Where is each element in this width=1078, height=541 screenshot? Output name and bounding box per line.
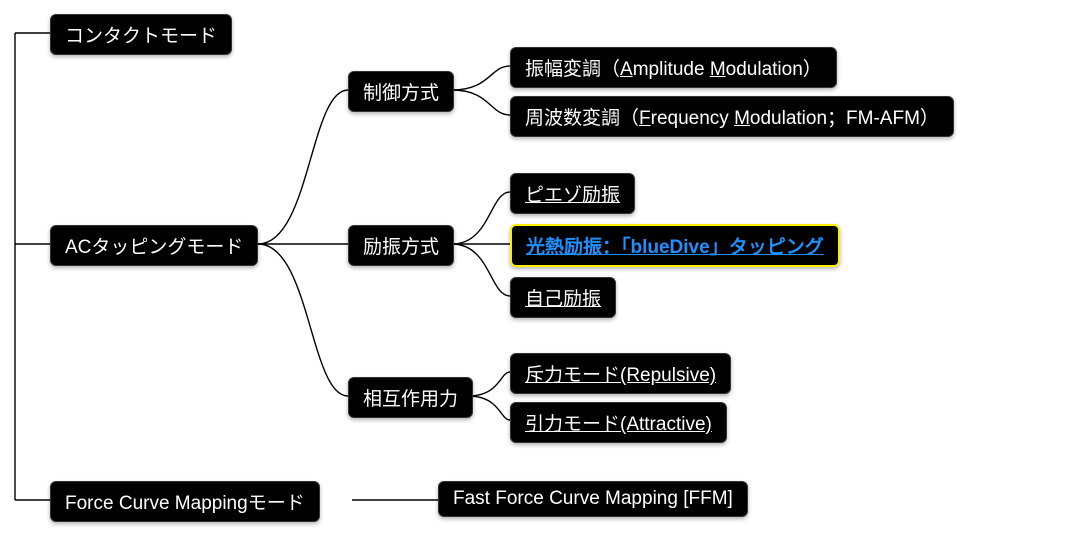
node-label: Force Curve Mappingモード — [65, 493, 305, 514]
node-label: Fast Force Curve Mapping [FFM] — [453, 488, 733, 509]
node-repulsive-mode[interactable]: 斥力モード(Repulsive) — [510, 353, 731, 394]
node-label: 光熱励振：「blueDive」タッピング — [526, 237, 824, 258]
node-label: 制御方式 — [363, 83, 439, 104]
node-label: ピエゾ励振 — [525, 185, 620, 206]
node-label: 周波数変調（Frequency Modulation；FM-AFM） — [525, 108, 939, 129]
node-excitation-method: 励振方式 — [348, 225, 454, 266]
node-bluedive-tapping[interactable]: 光熱励振：「blueDive」タッピング — [510, 224, 840, 267]
node-label: ACタッピングモード — [65, 237, 243, 258]
node-frequency-modulation: 周波数変調（Frequency Modulation；FM-AFM） — [510, 96, 954, 137]
node-label: 振幅変調（Amplitude Modulation） — [525, 59, 822, 80]
node-force-curve-mode: Force Curve Mappingモード — [50, 481, 320, 522]
node-ac-tapping-mode: ACタッピングモード — [50, 225, 258, 266]
node-self-excitation[interactable]: 自己励振 — [510, 277, 616, 318]
node-ffm: Fast Force Curve Mapping [FFM] — [438, 481, 748, 517]
node-label: 斥力モード(Repulsive) — [525, 365, 716, 386]
node-label: 自己励振 — [525, 289, 601, 310]
node-amplitude-modulation: 振幅変調（Amplitude Modulation） — [510, 47, 837, 88]
node-attractive-mode[interactable]: 引力モード(Attractive) — [510, 402, 727, 443]
node-label: 励振方式 — [363, 237, 439, 258]
node-label: 引力モード(Attractive) — [525, 414, 712, 435]
node-interaction-force: 相互作用力 — [348, 377, 473, 418]
node-piezo-excitation[interactable]: ピエゾ励振 — [510, 173, 635, 214]
node-label: コンタクトモード — [65, 26, 217, 47]
node-contact-mode: コンタクトモード — [50, 14, 232, 55]
node-label: 相互作用力 — [363, 389, 458, 410]
node-control-method: 制御方式 — [348, 71, 454, 112]
